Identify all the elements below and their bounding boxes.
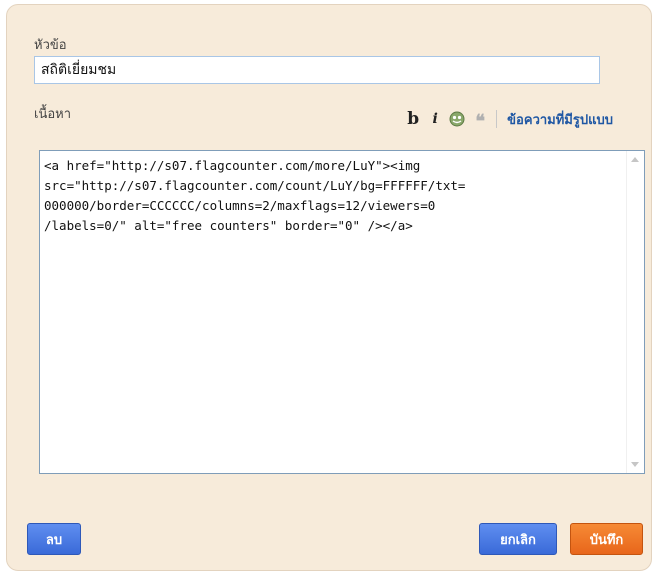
editor-scrollbar[interactable] (626, 151, 644, 473)
title-label: หัวข้อ (34, 38, 67, 53)
formatting-toolbar: b i ❝ ข้อความที่มีรูปแบบ (404, 107, 613, 131)
editor-html-content[interactable]: <a href="http://s07.flagcounter.com/more… (44, 156, 622, 236)
content-editor[interactable]: <a href="http://s07.flagcounter.com/more… (39, 150, 645, 474)
delete-button[interactable]: ลบ (27, 523, 81, 555)
scroll-down-icon[interactable] (631, 462, 639, 467)
toolbar-divider (496, 110, 498, 128)
italic-button[interactable]: i (428, 111, 442, 127)
scroll-up-icon[interactable] (631, 157, 639, 162)
bold-button[interactable]: b (404, 109, 422, 129)
blockquote-button[interactable]: ❝ (472, 107, 488, 131)
image-insert-icon[interactable] (448, 111, 466, 127)
save-button[interactable]: บันทึก (570, 523, 643, 555)
cancel-button[interactable]: ยกเลิก (479, 523, 557, 555)
rich-text-mode-link[interactable]: ข้อความที่มีรูปแบบ (507, 109, 613, 130)
title-input[interactable] (34, 56, 600, 84)
post-editor-panel: หัวข้อ เนื้อหา b i ❝ ข้อความที่มีรูปแบบ … (6, 4, 652, 571)
content-label: เนื้อหา (34, 107, 72, 122)
